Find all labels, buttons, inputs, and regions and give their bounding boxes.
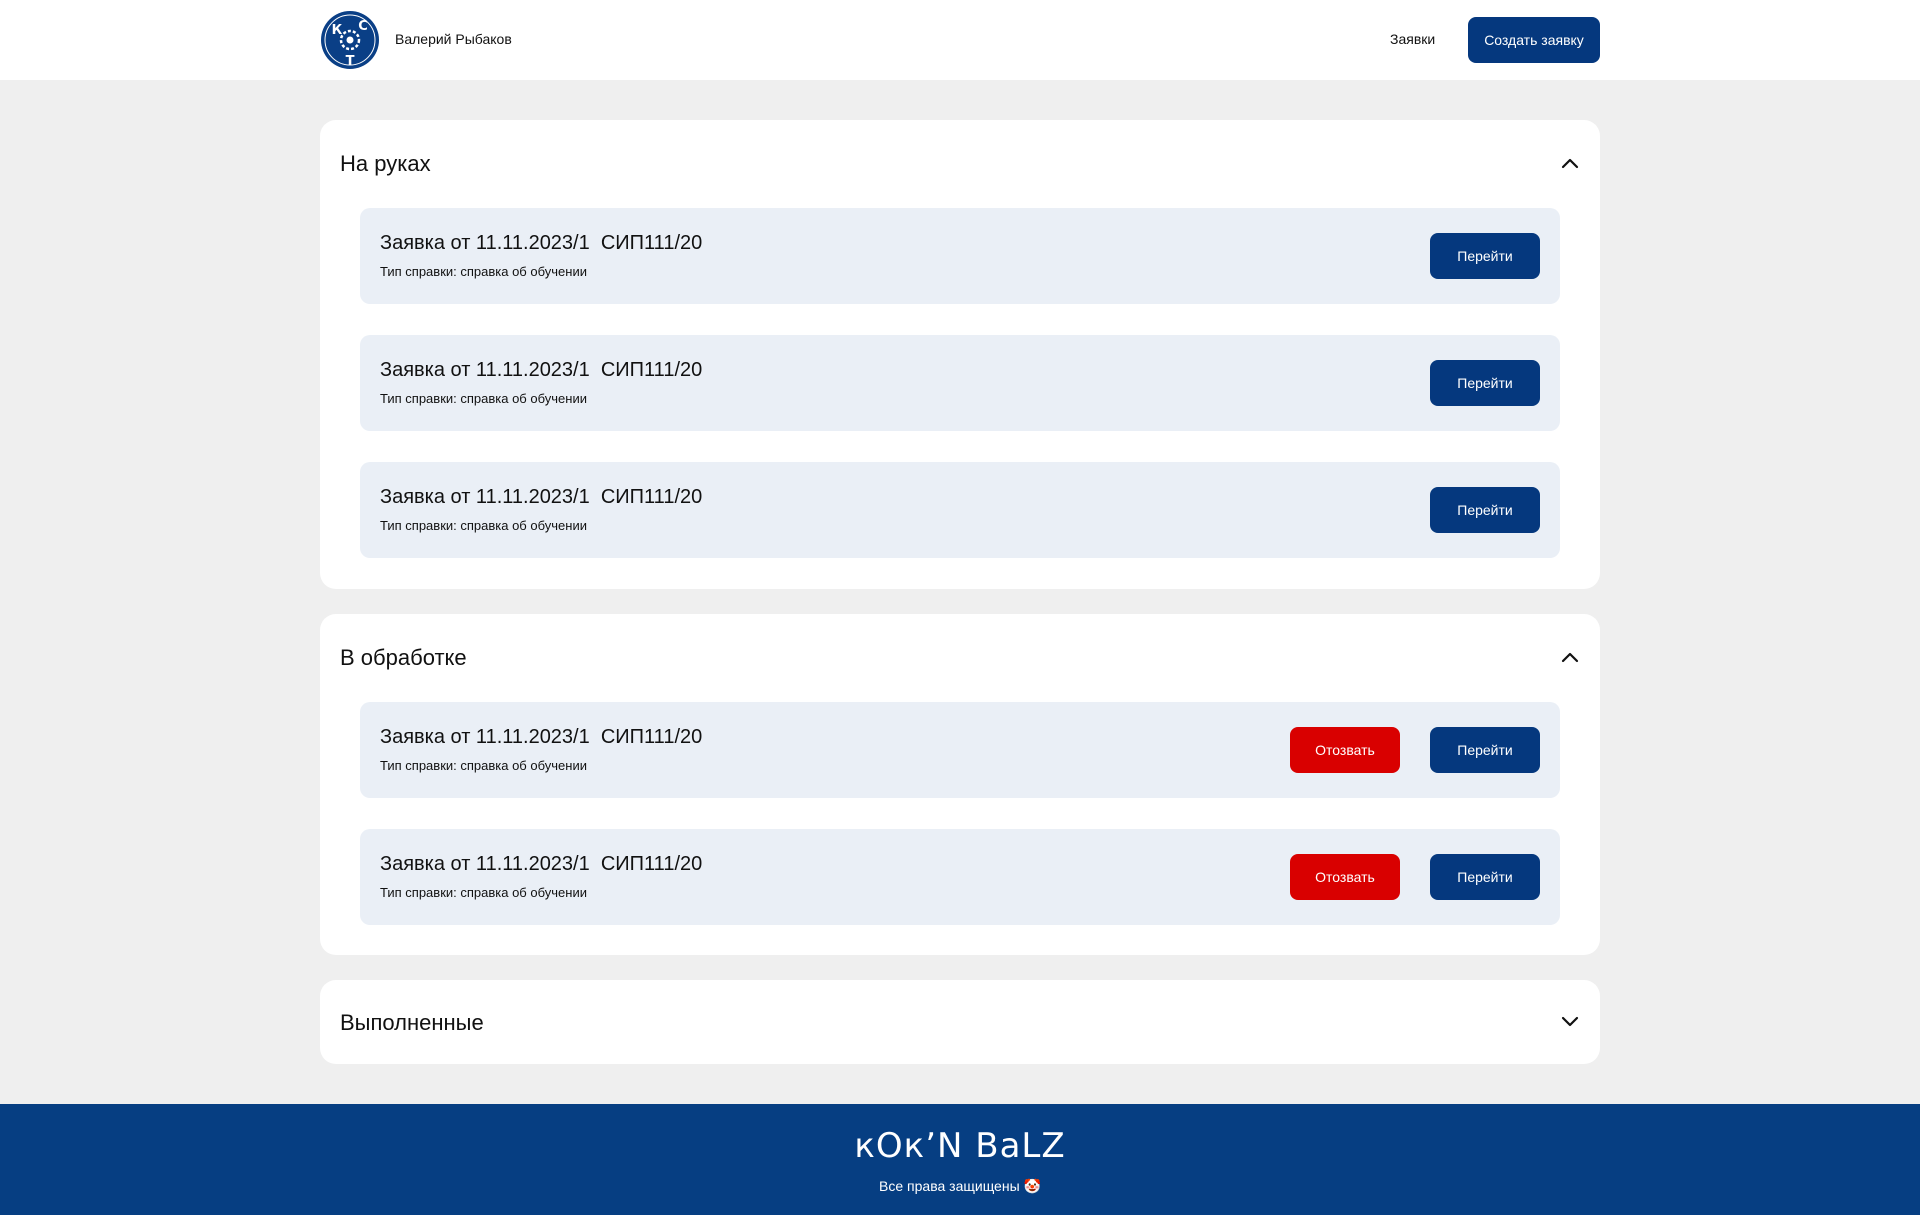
logo-letter-t: Т	[346, 54, 355, 69]
request-type: Тип справки: справка об обучении	[380, 391, 587, 406]
request-title: Заявка от 11.11.2023/1 СИП111/20	[380, 359, 703, 381]
section-completed[interactable]: Выполненные	[320, 980, 1600, 1064]
create-request-button[interactable]: Создать заявку	[1468, 17, 1600, 63]
section-title: Выполненные	[340, 1010, 484, 1035]
section-on-hand: На руках Заявка от 11.11.2023/1 СИП111/2…	[320, 120, 1600, 589]
request-card: Заявка от 11.11.2023/1 СИП111/20 Тип спр…	[360, 829, 1560, 925]
request-type: Тип справки: справка об обучении	[380, 885, 587, 900]
request-title: Заявка от 11.11.2023/1 СИП111/20	[380, 232, 703, 254]
revoke-button[interactable]: Отозвать	[1290, 727, 1400, 773]
request-card: Заявка от 11.11.2023/1 СИП111/20 Тип спр…	[360, 462, 1560, 558]
nav-link-requests[interactable]: Заявки	[1390, 31, 1435, 47]
go-button[interactable]: Перейти	[1430, 360, 1540, 406]
chevron-up-icon[interactable]	[1558, 152, 1582, 176]
request-title: Заявка от 11.11.2023/1 СИП111/20	[380, 853, 703, 875]
footer-brand-logo: кОк’N BаLZ	[854, 1126, 1066, 1166]
request-title: Заявка от 11.11.2023/1 СИП111/20	[380, 486, 703, 508]
top-header: К С Т Валерий Рыбаков Заявки Создать зая…	[0, 0, 1920, 80]
go-button[interactable]: Перейти	[1430, 233, 1540, 279]
footer: кОк’N BаLZ Все права защищены 🤡	[0, 1104, 1920, 1215]
logo-letter-k: К	[332, 23, 343, 38]
chevron-down-icon[interactable]	[1558, 1009, 1582, 1033]
request-title: Заявка от 11.11.2023/1 СИП111/20	[380, 726, 703, 748]
revoke-button[interactable]: Отозвать	[1290, 854, 1400, 900]
footer-copyright: Все права защищены 🤡	[879, 1178, 1041, 1194]
college-logo[interactable]: К С Т	[320, 10, 380, 70]
go-button[interactable]: Перейти	[1430, 727, 1540, 773]
go-button[interactable]: Перейти	[1430, 487, 1540, 533]
user-name: Валерий Рыбаков	[395, 31, 512, 47]
logo-letter-s: С	[358, 19, 368, 34]
section-in-progress: В обработке Заявка от 11.11.2023/1 СИП11…	[320, 614, 1600, 955]
go-button[interactable]: Перейти	[1430, 854, 1540, 900]
request-card: Заявка от 11.11.2023/1 СИП111/20 Тип спр…	[360, 335, 1560, 431]
request-type: Тип справки: справка об обучении	[380, 518, 587, 533]
request-card: Заявка от 11.11.2023/1 СИП111/20 Тип спр…	[360, 208, 1560, 304]
request-type: Тип справки: справка об обучении	[380, 264, 587, 279]
request-type: Тип справки: справка об обучении	[380, 758, 587, 773]
section-title: На руках	[340, 151, 431, 176]
request-card: Заявка от 11.11.2023/1 СИП111/20 Тип спр…	[360, 702, 1560, 798]
section-title: В обработке	[340, 645, 467, 670]
chevron-up-icon[interactable]	[1558, 646, 1582, 670]
